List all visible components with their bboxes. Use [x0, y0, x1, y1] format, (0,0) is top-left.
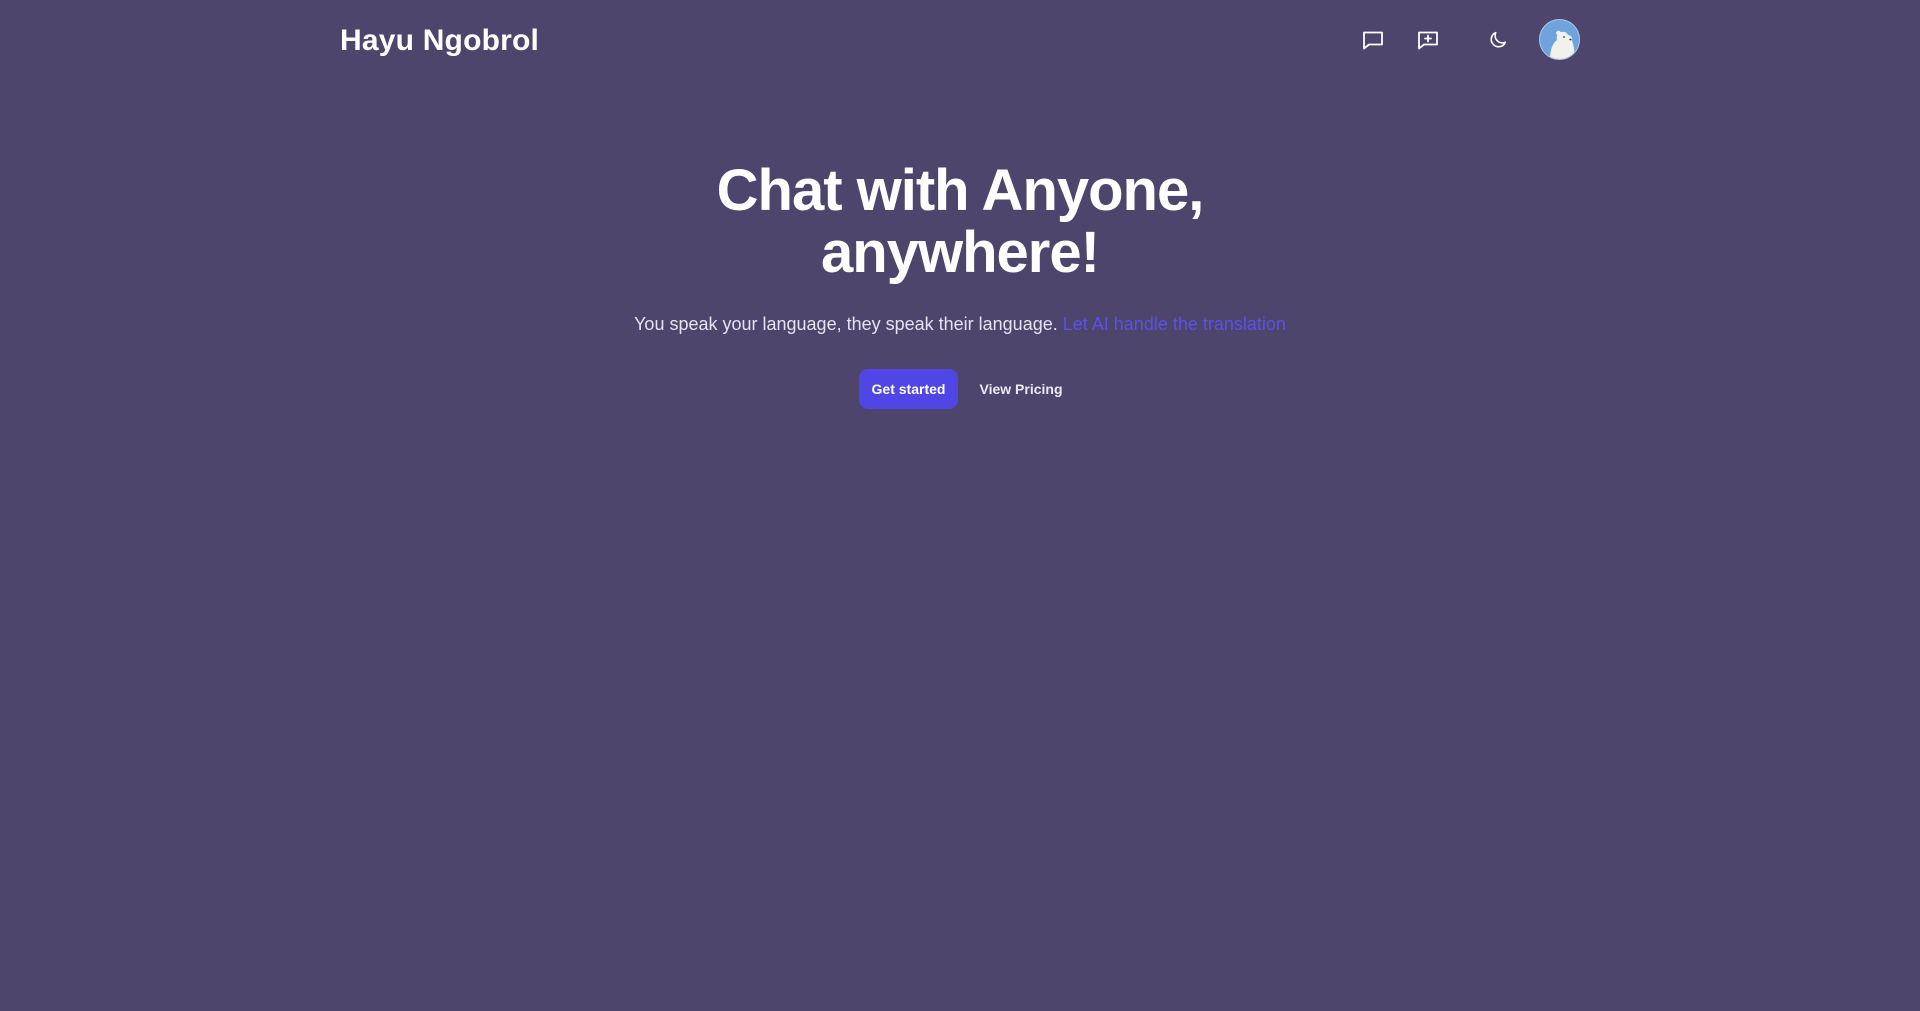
hero-title-line-1: Chat with Anyone, — [716, 158, 1205, 223]
brand-logo-text[interactable]: Hayu Ngobrol — [340, 22, 539, 60]
hero-subtitle-text: You speak your language, they speak thei… — [634, 314, 1058, 334]
view-pricing-link[interactable]: View Pricing — [970, 369, 1072, 409]
hero-title: Chat with Anyone, anywhere! — [510, 160, 1410, 284]
moon-icon — [1487, 29, 1509, 51]
hero-subtitle-accent: Let AI handle the translation — [1062, 314, 1286, 334]
chat-plus-icon — [1416, 28, 1440, 52]
hero-subtitle: You speak your language, they speak thei… — [0, 312, 1920, 336]
hero-section: Chat with Anyone, anywhere! You speak yo… — [0, 160, 1920, 409]
theme-toggle-button[interactable] — [1480, 20, 1516, 60]
avatar[interactable] — [1539, 19, 1580, 60]
cta-row: Get started View Pricing — [0, 369, 1920, 409]
get-started-button[interactable]: Get started — [859, 369, 958, 409]
new-chat-button[interactable] — [1410, 20, 1446, 60]
chat-button[interactable] — [1355, 20, 1391, 60]
avatar-bear-icon — [1540, 20, 1579, 59]
header: Hayu Ngobrol — [0, 0, 1920, 82]
landing-page: Hayu Ngobrol Chat with Anyone, anywhere!… — [0, 0, 1920, 1011]
chat-bubble-icon — [1361, 28, 1385, 52]
hero-title-line-2: anywhere! — [821, 220, 1100, 285]
